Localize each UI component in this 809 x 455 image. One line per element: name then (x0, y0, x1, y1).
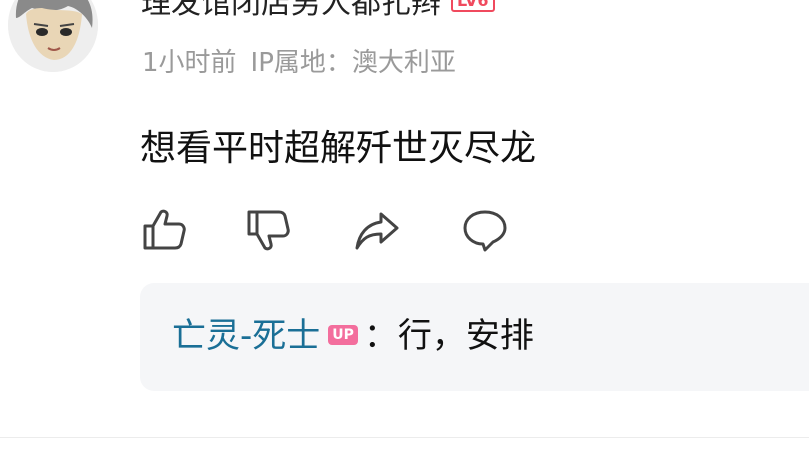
reply-item: 亡灵-死士 UP ：行，安排 (172, 313, 534, 359)
reply-icon (463, 210, 507, 252)
user-avatar[interactable] (8, 0, 98, 72)
reply-text: 行，安排 (397, 316, 534, 356)
like-button[interactable] (140, 205, 190, 255)
comment-meta: 1小时前 IP属地：澳大利亚 (142, 42, 456, 79)
reply-author[interactable]: 亡灵-死士 (172, 316, 320, 356)
ip-location: IP属地：澳大利亚 (250, 48, 456, 78)
divider (0, 437, 809, 438)
dislike-button[interactable] (244, 205, 294, 255)
share-button[interactable] (352, 205, 402, 255)
up-badge: UP (328, 324, 358, 345)
like-icon (143, 209, 186, 250)
username-text: 理发馆闭店男人都扎辫 (141, 0, 441, 21)
reply-preview[interactable]: 亡灵-死士 UP ：行，安排 (140, 283, 809, 391)
share-icon (355, 212, 399, 250)
reply-button[interactable] (460, 205, 510, 255)
comment-username[interactable]: 理发馆闭店男人都扎辫 LV6 (141, 0, 495, 22)
avatar-face-icon (8, 0, 98, 72)
reply-colon: ： (363, 316, 398, 356)
dislike-icon (247, 210, 290, 251)
comment-content: 想看平时超解歼世灭尽龙 (140, 128, 537, 169)
level-badge: LV6 (451, 0, 495, 12)
comment-time: 1小时前 (142, 48, 237, 78)
